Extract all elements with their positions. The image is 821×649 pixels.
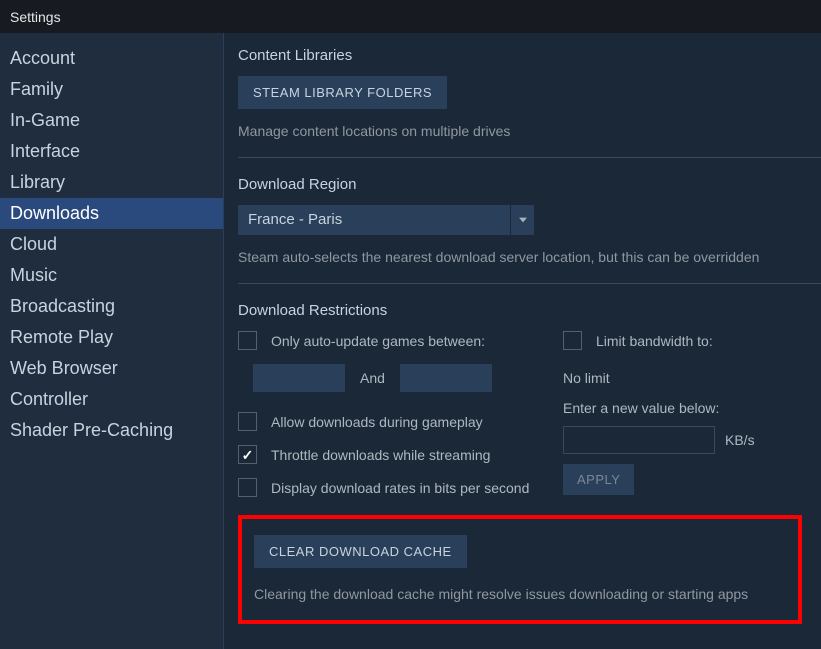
download-restrictions-header: Download Restrictions xyxy=(238,302,821,319)
clear-cache-desc: Clearing the download cache might resolv… xyxy=(254,586,786,602)
content-libraries-desc: Manage content locations on multiple dri… xyxy=(238,123,821,139)
bits-per-second-row: Display download rates in bits per secon… xyxy=(238,478,563,497)
apply-button[interactable]: APPLY xyxy=(563,464,634,495)
clear-cache-highlight: CLEAR DOWNLOAD CACHE Clearing the downlo… xyxy=(238,515,802,624)
restrictions-left-column: Only auto-update games between: And Allo… xyxy=(238,331,563,511)
settings-content: Content Libraries STEAM LIBRARY FOLDERS … xyxy=(224,33,821,649)
throttle-streaming-row: Throttle downloads while streaming xyxy=(238,445,563,464)
kbs-label: KB/s xyxy=(725,432,755,448)
download-region-desc: Steam auto-selects the nearest download … xyxy=(238,249,821,265)
limit-bandwidth-label[interactable]: Limit bandwidth to: xyxy=(596,333,713,349)
allow-gameplay-label[interactable]: Allow downloads during gameplay xyxy=(271,414,483,430)
sidebar-item-web-browser[interactable]: Web Browser xyxy=(0,353,223,384)
allow-gameplay-row: Allow downloads during gameplay xyxy=(238,412,563,431)
time-range-row: And xyxy=(238,364,563,392)
limit-bandwidth-row: Limit bandwidth to: xyxy=(563,331,821,350)
window-title: Settings xyxy=(10,9,61,25)
and-label: And xyxy=(360,370,385,386)
throttle-streaming-label[interactable]: Throttle downloads while streaming xyxy=(271,447,490,463)
no-limit-label: No limit xyxy=(563,370,821,386)
sidebar-item-family[interactable]: Family xyxy=(0,74,223,105)
throttle-streaming-checkbox[interactable] xyxy=(238,445,257,464)
sidebar-item-account[interactable]: Account xyxy=(0,43,223,74)
sidebar-item-interface[interactable]: Interface xyxy=(0,136,223,167)
sidebar-item-downloads[interactable]: Downloads xyxy=(0,198,223,229)
main-layout: Account Family In-Game Interface Library… xyxy=(0,33,821,649)
restrictions-right-column: Limit bandwidth to: No limit Enter a new… xyxy=(563,331,821,511)
divider xyxy=(238,283,821,284)
sidebar-item-cloud[interactable]: Cloud xyxy=(0,229,223,260)
sidebar-item-library[interactable]: Library xyxy=(0,167,223,198)
download-region-value: France - Paris xyxy=(238,205,510,235)
auto-update-row: Only auto-update games between: xyxy=(238,331,563,350)
sidebar-item-music[interactable]: Music xyxy=(0,260,223,291)
allow-gameplay-checkbox[interactable] xyxy=(238,412,257,431)
download-region-header: Download Region xyxy=(238,176,821,193)
dropdown-arrow-icon xyxy=(510,205,534,235)
steam-library-folders-button[interactable]: STEAM LIBRARY FOLDERS xyxy=(238,76,447,109)
settings-sidebar: Account Family In-Game Interface Library… xyxy=(0,33,224,649)
divider xyxy=(238,157,821,158)
content-libraries-header: Content Libraries xyxy=(238,47,821,64)
sidebar-item-in-game[interactable]: In-Game xyxy=(0,105,223,136)
limit-bandwidth-checkbox[interactable] xyxy=(563,331,582,350)
sidebar-item-shader-pre-caching[interactable]: Shader Pre-Caching xyxy=(0,415,223,446)
download-region-select[interactable]: France - Paris xyxy=(238,205,534,235)
sidebar-item-broadcasting[interactable]: Broadcasting xyxy=(0,291,223,322)
bandwidth-input[interactable] xyxy=(563,426,715,454)
bits-per-second-label[interactable]: Display download rates in bits per secon… xyxy=(271,480,529,496)
sidebar-item-controller[interactable]: Controller xyxy=(0,384,223,415)
time-start-input[interactable] xyxy=(253,364,345,392)
time-end-input[interactable] xyxy=(400,364,492,392)
auto-update-label[interactable]: Only auto-update games between: xyxy=(271,333,485,349)
window-header: Settings xyxy=(0,0,821,33)
bandwidth-input-row: KB/s xyxy=(563,426,821,454)
bits-per-second-checkbox[interactable] xyxy=(238,478,257,497)
clear-download-cache-button[interactable]: CLEAR DOWNLOAD CACHE xyxy=(254,535,467,568)
enter-value-label: Enter a new value below: xyxy=(563,400,821,416)
restrictions-columns: Only auto-update games between: And Allo… xyxy=(238,331,821,511)
auto-update-checkbox[interactable] xyxy=(238,331,257,350)
sidebar-item-remote-play[interactable]: Remote Play xyxy=(0,322,223,353)
